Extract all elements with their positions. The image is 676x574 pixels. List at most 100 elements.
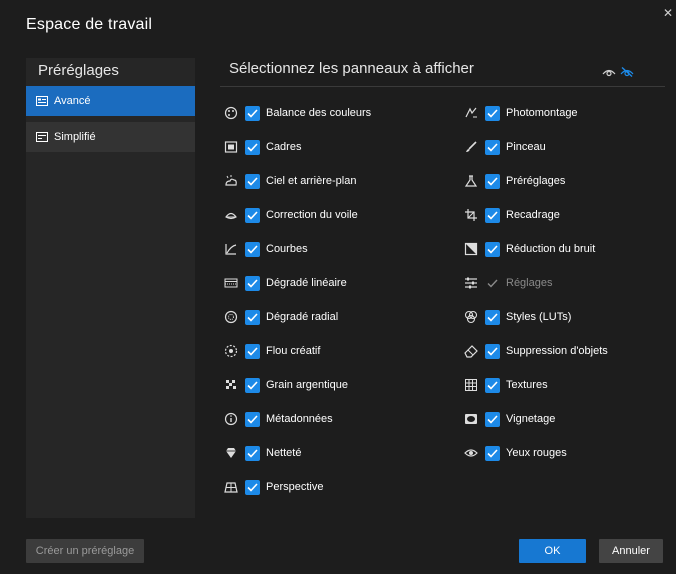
panel-label: Photomontage xyxy=(506,107,578,119)
panel-checkbox[interactable] xyxy=(485,377,500,393)
panel-checkbox[interactable] xyxy=(485,173,500,189)
panel-row: Courbes xyxy=(223,240,308,258)
panel-checkbox[interactable] xyxy=(485,139,500,155)
panel-row: Yeux rouges xyxy=(463,444,567,462)
panel-checkbox[interactable] xyxy=(245,309,260,325)
metadata-icon xyxy=(223,412,238,427)
adjustments-icon xyxy=(463,276,478,291)
dialog-title: Espace de travail xyxy=(26,16,153,33)
panel-checkbox[interactable] xyxy=(245,377,260,393)
show-all-eye-icon[interactable] xyxy=(602,64,616,77)
preset-simplified[interactable]: Simplifié xyxy=(26,122,195,152)
panel-row: Cadres xyxy=(223,138,301,156)
heading-divider xyxy=(220,86,665,87)
creative-blur-icon xyxy=(223,344,238,359)
panel-checkbox[interactable] xyxy=(485,241,500,257)
panel-row: Flou créatif xyxy=(223,342,320,360)
panel-label: Vignetage xyxy=(506,413,556,425)
panel-checkbox[interactable] xyxy=(245,275,260,291)
panel-checkbox[interactable] xyxy=(485,207,500,223)
eraser-icon xyxy=(463,344,478,359)
panel-row: Vignetage xyxy=(463,410,555,428)
panel-row: Réduction du bruit xyxy=(463,240,595,258)
styles-icon xyxy=(463,310,478,325)
panel-checkbox[interactable] xyxy=(245,207,260,223)
panel-row: Dégradé linéaire xyxy=(223,274,347,292)
panel-label: Réglages xyxy=(506,277,553,289)
panel-checkbox[interactable] xyxy=(245,343,260,359)
film-grain-icon xyxy=(223,378,238,393)
panel-checkbox[interactable] xyxy=(245,139,260,155)
panel-row: Ciel et arrière-plan xyxy=(223,172,356,190)
panel-label: Textures xyxy=(506,379,548,391)
panels-heading: Sélectionnez les panneaux à afficher xyxy=(229,60,474,77)
panel-label: Réduction du bruit xyxy=(506,243,596,255)
panel-row: Netteté xyxy=(223,444,301,462)
sky-icon xyxy=(223,174,238,189)
panel-checkbox[interactable] xyxy=(485,309,500,325)
haze-icon xyxy=(223,208,238,223)
panel-label: Courbes xyxy=(266,243,308,255)
panel-label: Cadres xyxy=(266,141,302,153)
close-icon[interactable]: ✕ xyxy=(662,6,674,20)
panel-row: Suppression d'objets xyxy=(463,342,608,360)
panel-label: Correction du voile xyxy=(266,209,358,221)
panel-label: Flou créatif xyxy=(266,345,321,357)
crop-icon xyxy=(463,208,478,223)
panel-checkbox[interactable] xyxy=(245,445,260,461)
panel-row: Réglages xyxy=(463,274,552,292)
create-preset-button[interactable]: Créer un préréglage xyxy=(26,539,144,563)
panel-row: Préréglages xyxy=(463,172,565,190)
panel-label: Recadrage xyxy=(506,209,560,221)
hide-all-eye-icon[interactable] xyxy=(620,64,634,78)
panel-checkbox[interactable] xyxy=(485,105,500,121)
panel-row: Textures xyxy=(463,376,548,394)
panel-label: Yeux rouges xyxy=(506,447,567,459)
panel-checkbox[interactable] xyxy=(245,479,260,495)
curves-icon xyxy=(223,242,238,257)
panel-label: Dégradé radial xyxy=(266,311,339,323)
advanced-layout-icon xyxy=(35,96,48,106)
panel-row: Balance des couleurs xyxy=(223,104,371,122)
panel-label: Suppression d'objets xyxy=(506,345,608,357)
panel-checkbox[interactable] xyxy=(245,105,260,121)
panel-label: Dégradé linéaire xyxy=(266,277,347,289)
panel-checkbox[interactable] xyxy=(485,343,500,359)
visibility-toggles xyxy=(602,64,634,78)
panel-row: Dégradé radial xyxy=(223,308,338,326)
frames-icon xyxy=(223,140,238,155)
linear-gradient-icon xyxy=(223,276,238,291)
panel-label: Styles (LUTs) xyxy=(506,311,572,323)
sharpen-icon xyxy=(223,446,238,461)
panel-checkbox[interactable] xyxy=(245,173,260,189)
panel-row: Pinceau xyxy=(463,138,546,156)
presets-sidebar: Préréglages Avancé Simplifié xyxy=(26,58,195,518)
panel-label: Ciel et arrière-plan xyxy=(266,175,357,187)
panel-label: Métadonnées xyxy=(266,413,333,425)
ok-button[interactable]: OK xyxy=(519,539,586,563)
panel-checkbox[interactable] xyxy=(485,276,500,291)
panel-label: Perspective xyxy=(266,481,324,493)
preset-advanced-label: Avancé xyxy=(54,95,91,107)
panel-row: Styles (LUTs) xyxy=(463,308,571,326)
panel-checkbox[interactable] xyxy=(245,411,260,427)
simple-layout-icon xyxy=(35,132,48,142)
preset-simplified-label: Simplifié xyxy=(54,131,96,143)
noise-reduction-icon xyxy=(463,242,478,257)
panel-checkbox[interactable] xyxy=(485,411,500,427)
panel-row: Correction du voile xyxy=(223,206,358,224)
perspective-icon xyxy=(223,480,238,495)
photomontage-icon xyxy=(463,106,478,121)
panel-checkbox[interactable] xyxy=(245,241,260,257)
preset-advanced[interactable]: Avancé xyxy=(26,86,195,116)
color-balance-icon xyxy=(223,106,238,121)
panel-label: Balance des couleurs xyxy=(266,107,372,119)
vignette-icon xyxy=(463,412,478,427)
panel-row: Grain argentique xyxy=(223,376,348,394)
textures-icon xyxy=(463,378,478,393)
cancel-button[interactable]: Annuler xyxy=(599,539,663,563)
panel-checkbox[interactable] xyxy=(485,445,500,461)
presets-icon xyxy=(463,174,478,189)
panel-row: Recadrage xyxy=(463,206,560,224)
panel-label: Netteté xyxy=(266,447,302,459)
